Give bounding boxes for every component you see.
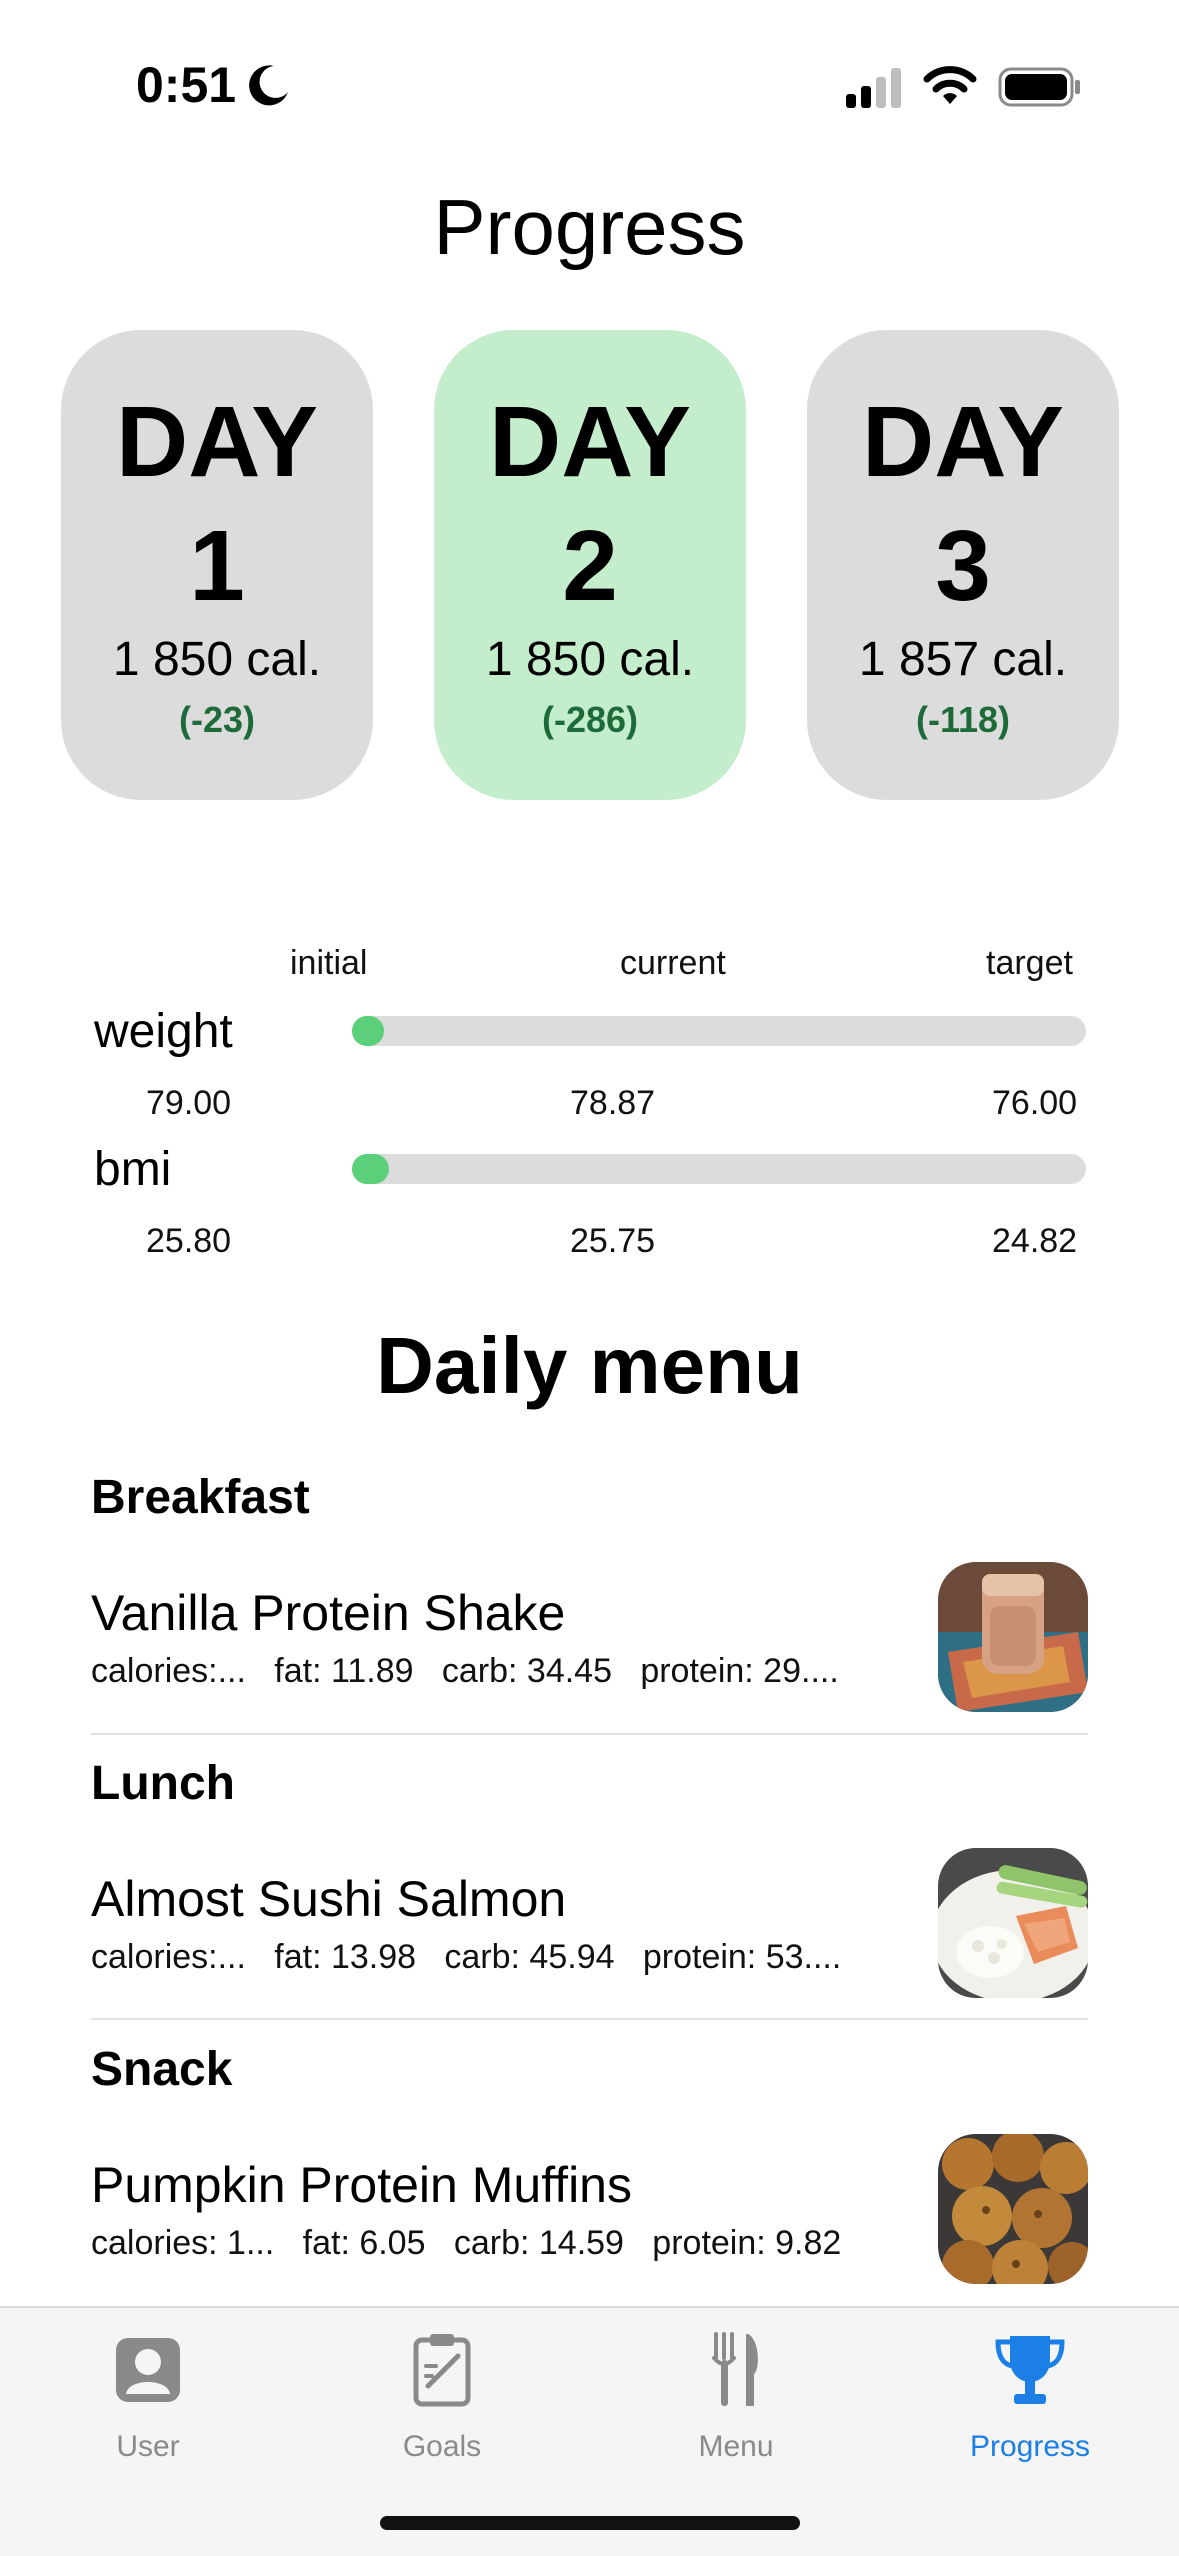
weight-label: weight <box>94 1005 233 1058</box>
bmi-current-value: 25.75 <box>570 1222 656 1260</box>
day-word: DAY <box>489 386 691 498</box>
battery-icon <box>998 67 1080 107</box>
day-calorie-delta: (-286) <box>541 699 639 740</box>
meal-item-macros: calories:... fat: 13.98 carb: 45.94 prot… <box>91 1938 842 1976</box>
progress-header-target: target <box>986 944 1073 982</box>
day-calorie-delta: (-118) <box>915 699 1011 740</box>
bmi-target-value: 24.82 <box>992 1222 1078 1260</box>
meal-heading-lunch: Lunch <box>91 1757 235 1810</box>
day-word: DAY <box>862 386 1064 498</box>
user-icon <box>116 2338 180 2402</box>
progress-screen: 0:51 Progress DAY 1 1 850 cal. (-23) DAY… <box>0 0 1179 2556</box>
status-time: 0:51 <box>136 57 237 113</box>
tab-label: Progress <box>969 2430 1091 2463</box>
weight-target-value: 76.00 <box>992 1084 1078 1122</box>
day-calorie-delta: (-23) <box>178 699 255 740</box>
day-calories: 1 850 cal. <box>112 633 322 686</box>
bmi-progress-bar <box>352 1154 1086 1184</box>
meal-photo-muffins[interactable] <box>938 2134 1088 2284</box>
daily-menu-title: Daily menu <box>376 1321 803 1410</box>
meal-item-name[interactable]: Almost Sushi Salmon <box>91 1870 566 1928</box>
bmi-initial-value: 25.80 <box>146 1222 232 1260</box>
wifi-icon <box>923 66 977 104</box>
meal-heading-snack: Snack <box>91 2043 233 2096</box>
tab-label: Goals <box>402 2430 482 2463</box>
trophy-icon <box>995 2336 1065 2404</box>
weight-initial-value: 79.00 <box>146 1084 232 1122</box>
cellular-signal-icon <box>846 68 901 108</box>
day-card-3[interactable]: DAY 3 1 857 cal. (-118) <box>807 330 1119 800</box>
meal-item-macros: calories:... fat: 11.89 carb: 34.45 prot… <box>91 1652 839 1690</box>
day-card-1[interactable]: DAY 1 1 850 cal. (-23) <box>61 330 373 800</box>
meal-item-name[interactable]: Vanilla Protein Shake <box>91 1584 565 1642</box>
day-card-2[interactable]: DAY 2 1 850 cal. (-286) <box>434 330 746 800</box>
fork-knife-icon <box>712 2332 758 2406</box>
meal-heading-breakfast: Breakfast <box>91 1471 310 1524</box>
tab-user[interactable]: User <box>0 2308 296 2508</box>
tab-menu[interactable]: Menu <box>588 2308 884 2508</box>
meal-item-macros: calories: 1... fat: 6.05 carb: 14.59 pro… <box>91 2224 842 2262</box>
divider <box>91 1733 1088 1735</box>
goals-icon <box>413 2334 471 2407</box>
meal-photo-salmon[interactable] <box>938 1848 1088 1998</box>
tab-label: Menu <box>698 2430 774 2463</box>
tab-progress[interactable]: Progress <box>882 2308 1178 2508</box>
bmi-label: bmi <box>94 1143 172 1196</box>
tab-goals[interactable]: Goals <box>294 2308 590 2508</box>
day-number: 1 <box>189 510 245 622</box>
home-indicator[interactable] <box>380 2516 800 2530</box>
day-word: DAY <box>116 386 318 498</box>
weight-progress-fill <box>352 1016 384 1046</box>
progress-header-current: current <box>620 944 726 982</box>
day-number: 2 <box>562 510 618 622</box>
bmi-progress-fill <box>352 1154 390 1184</box>
weight-current-value: 78.87 <box>570 1084 656 1122</box>
weight-progress-bar <box>352 1016 1086 1046</box>
day-calories: 1 850 cal. <box>485 633 695 686</box>
tab-label: User <box>116 2430 180 2463</box>
page-title: Progress <box>433 183 746 271</box>
moon-icon <box>249 65 288 106</box>
meal-photo-shake[interactable] <box>938 1562 1088 1712</box>
day-number: 3 <box>935 510 991 622</box>
day-calories: 1 857 cal. <box>858 633 1068 686</box>
progress-header-initial: initial <box>290 944 368 982</box>
meal-item-name[interactable]: Pumpkin Protein Muffins <box>91 2156 632 2214</box>
divider <box>91 2018 1088 2020</box>
